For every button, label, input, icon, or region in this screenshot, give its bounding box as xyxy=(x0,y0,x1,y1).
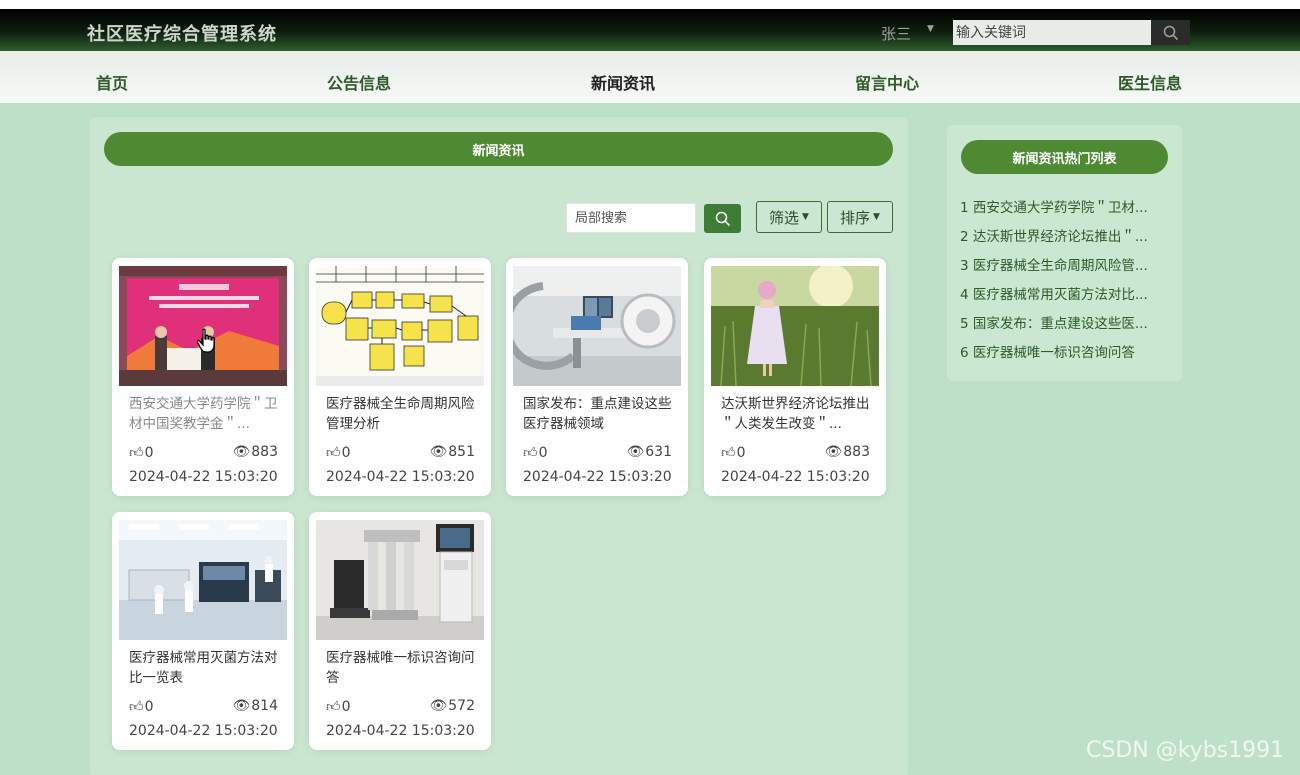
news-card[interactable]: 国家发布：重点建设这些医疗器械领域 👍︎ 0 👁︎ 631 2024-04-22 1… xyxy=(506,258,688,496)
news-date: 2024-04-22 15:03:20 xyxy=(129,723,278,739)
thumbs-up-icon: 👍︎ xyxy=(129,699,144,715)
likes-count[interactable]: 👍︎ 0 xyxy=(523,444,548,462)
news-thumbnail[interactable] xyxy=(119,520,287,640)
news-card[interactable]: 达沃斯世界经济论坛推出＂人类发生改变＂... 👍︎ 0 👁︎ 883 2024-04… xyxy=(704,258,886,496)
thumbs-up-icon: 👍︎ xyxy=(129,445,144,461)
search-icon xyxy=(1163,25,1178,40)
news-card[interactable]: 医疗器械唯一标识咨询问答 👍︎ 0 👁︎ 572 2024-04-22 15:03:… xyxy=(309,512,491,750)
eye-icon: 👁︎ xyxy=(824,444,843,460)
views-count: 👁︎ 883 xyxy=(824,444,870,460)
section-title: 新闻资讯 xyxy=(104,132,893,166)
news-date: 2024-04-22 15:03:20 xyxy=(523,469,672,485)
news-thumbnail[interactable] xyxy=(316,520,484,640)
thumbs-up-icon: 👍︎ xyxy=(721,445,736,461)
views-count: 👁︎ 851 xyxy=(429,444,475,460)
filter-label: 筛选 xyxy=(769,208,800,227)
news-date: 2024-04-22 15:03:20 xyxy=(129,469,278,485)
views-count: 👁︎ 814 xyxy=(232,698,278,714)
views-count: 👁︎ 631 xyxy=(626,444,672,460)
news-thumbnail[interactable] xyxy=(711,266,879,386)
news-thumbnail[interactable] xyxy=(119,266,287,386)
nav-home[interactable]: 首页 xyxy=(96,70,128,94)
main-nav: 首页 公告信息 新闻资讯 留言中心 医生信息 xyxy=(0,51,1300,103)
caret-down-icon: ▼ xyxy=(802,212,809,222)
news-date: 2024-04-22 15:03:20 xyxy=(326,723,475,739)
news-thumbnail[interactable] xyxy=(316,266,484,386)
news-title[interactable]: 医疗器械唯一标识咨询问答 xyxy=(326,648,478,690)
news-date: 2024-04-22 15:03:20 xyxy=(326,469,475,485)
top-strip xyxy=(0,0,1300,9)
likes-count[interactable]: 👍︎ 0 xyxy=(326,698,351,716)
local-search-input[interactable] xyxy=(566,203,696,233)
watermark: CSDN @kybs1991 xyxy=(1086,738,1285,763)
local-search-button[interactable] xyxy=(704,204,741,233)
sort-label: 排序 xyxy=(840,208,871,227)
news-thumbnail[interactable] xyxy=(513,266,681,386)
sort-dropdown[interactable]: 排序 ▼ xyxy=(827,201,893,233)
hand-cursor-icon xyxy=(196,328,215,353)
hot-news-item[interactable]: 1 西安交通大学药学院＂卫材... xyxy=(960,196,1160,216)
news-title[interactable]: 西安交通大学药学院＂卫材中国奖教学金＂... xyxy=(129,394,281,436)
likes-count[interactable]: 👍︎ 0 xyxy=(129,444,154,462)
nav-news[interactable]: 新闻资讯 xyxy=(591,70,655,94)
hot-news-item[interactable]: 2 达沃斯世界经济论坛推出＂... xyxy=(960,225,1160,245)
news-card[interactable]: 医疗器械全生命周期风险管理分析 👍︎ 0 👁︎ 851 2024-04-22 15:… xyxy=(309,258,491,496)
user-dropdown-caret-icon[interactable]: ▼ xyxy=(927,24,934,34)
brand-title: 社区医疗综合管理系统 xyxy=(87,24,277,45)
eye-icon: 👁︎ xyxy=(232,698,251,714)
news-title[interactable]: 医疗器械全生命周期风险管理分析 xyxy=(326,394,478,436)
eye-icon: 👁︎ xyxy=(626,444,645,460)
eye-icon: 👁︎ xyxy=(429,444,448,460)
global-search-button[interactable] xyxy=(1151,20,1190,45)
news-date: 2024-04-22 15:03:20 xyxy=(721,469,870,485)
hot-news-item[interactable]: 5 国家发布：重点建设这些医... xyxy=(960,312,1160,332)
caret-down-icon: ▼ xyxy=(873,212,880,222)
nav-messages[interactable]: 留言中心 xyxy=(855,70,919,94)
top-bar: 社区医疗综合管理系统 张三 ▼ xyxy=(0,9,1300,51)
search-icon xyxy=(715,211,730,226)
eye-icon: 👁︎ xyxy=(232,444,251,460)
thumbs-up-icon: 👍︎ xyxy=(523,445,538,461)
hot-news-item[interactable]: 6 医疗器械唯一标识咨询问答 xyxy=(960,341,1160,361)
likes-count[interactable]: 👍︎ 0 xyxy=(326,444,351,462)
news-card[interactable]: 医疗器械常用灭菌方法对比一览表 👍︎ 0 👁︎ 814 2024-04-22 15:… xyxy=(112,512,294,750)
nav-doctors[interactable]: 医生信息 xyxy=(1118,70,1182,94)
hot-news-item[interactable]: 4 医疗器械常用灭菌方法对比... xyxy=(960,283,1160,303)
news-card[interactable]: 西安交通大学药学院＂卫材中国奖教学金＂... 👍︎ 0 👁︎ 883 2024-04… xyxy=(112,258,294,496)
global-search-input[interactable] xyxy=(953,20,1151,45)
views-count: 👁︎ 572 xyxy=(429,698,475,714)
news-title[interactable]: 医疗器械常用灭菌方法对比一览表 xyxy=(129,648,281,690)
news-title[interactable]: 国家发布：重点建设这些医疗器械领域 xyxy=(523,394,675,436)
likes-count[interactable]: 👍︎ 0 xyxy=(721,444,746,462)
hot-news-item[interactable]: 3 医疗器械全生命周期风险管... xyxy=(960,254,1160,274)
filter-dropdown[interactable]: 筛选 ▼ xyxy=(756,201,822,233)
thumbs-up-icon: 👍︎ xyxy=(326,445,341,461)
nav-notices[interactable]: 公告信息 xyxy=(327,70,391,94)
user-name[interactable]: 张三 xyxy=(881,23,911,44)
eye-icon: 👁︎ xyxy=(429,698,448,714)
news-title[interactable]: 达沃斯世界经济论坛推出＂人类发生改变＂... xyxy=(721,394,873,436)
likes-count[interactable]: 👍︎ 0 xyxy=(129,698,154,716)
hot-news-title: 新闻资讯热门列表 xyxy=(961,140,1168,174)
views-count: 👁︎ 883 xyxy=(232,444,278,460)
thumbs-up-icon: 👍︎ xyxy=(326,699,341,715)
